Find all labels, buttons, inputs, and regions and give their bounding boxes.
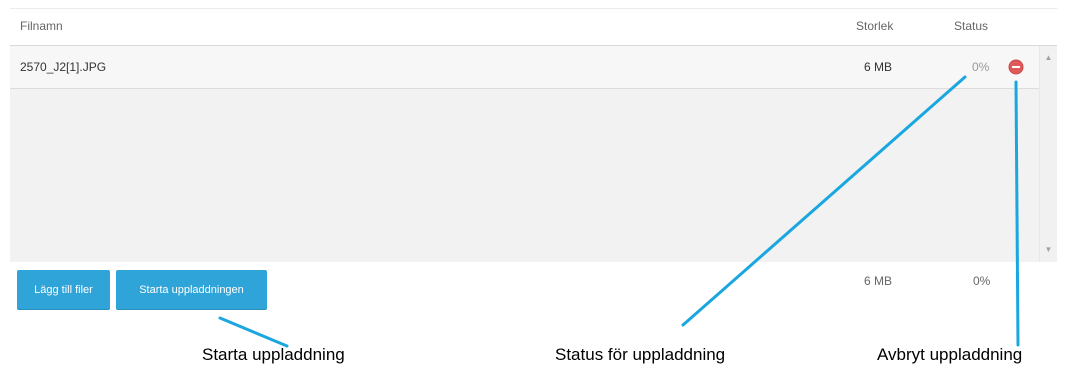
minus-circle-icon[interactable]: [1008, 59, 1024, 75]
scroll-up-arrow-icon[interactable]: ▲: [1040, 50, 1057, 66]
scroll-down-arrow-icon[interactable]: ▼: [1040, 242, 1057, 258]
table-header: Filnamn Storlek Status: [10, 9, 1057, 46]
column-header-filename: Filnamn: [20, 19, 63, 33]
column-header-status: Status: [954, 19, 989, 33]
total-size: 6 MB: [864, 274, 893, 288]
upload-widget: Filnamn Storlek Status 2570_J2[1].JPG 6 …: [0, 0, 1070, 374]
start-upload-button[interactable]: Starta uppladdningen: [116, 270, 267, 310]
column-header-size: Storlek: [856, 19, 894, 33]
file-list-scrollbar[interactable]: ▲ ▼: [1039, 46, 1057, 262]
file-list: 2570_J2[1].JPG 6 MB 0%: [10, 46, 1039, 262]
file-name: 2570_J2[1].JPG: [20, 60, 107, 74]
callout-line-start-upload: [218, 316, 289, 348]
add-files-button[interactable]: Lägg till filer: [17, 270, 110, 310]
callout-label-upload-status: Status för uppladdning: [555, 345, 726, 364]
total-status: 0%: [973, 274, 991, 288]
file-size: 6 MB: [864, 60, 893, 74]
callout-label-cancel-upload: Avbryt uppladdning: [877, 345, 1023, 364]
callout-label-start-upload: Starta uppladdning: [202, 345, 345, 364]
file-row[interactable]: 2570_J2[1].JPG 6 MB 0%: [10, 46, 1039, 89]
file-status: 0%: [972, 60, 990, 74]
